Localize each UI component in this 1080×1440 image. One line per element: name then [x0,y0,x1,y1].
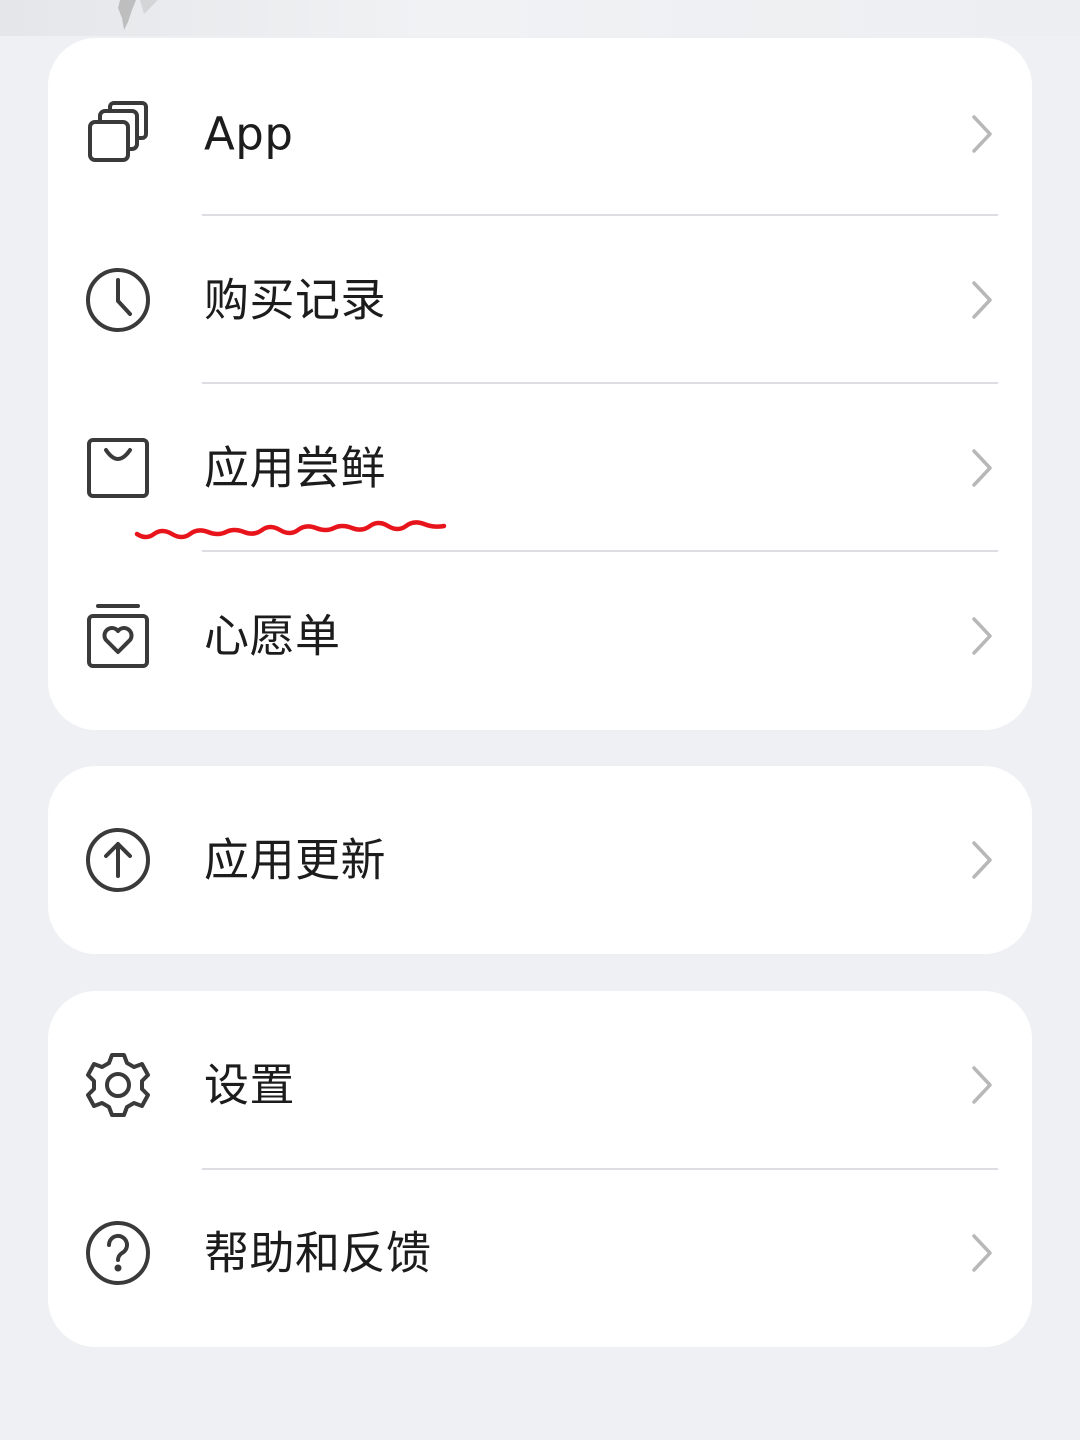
chevron-right-icon [970,1065,994,1105]
menu-item-label: 应用更新 [204,833,387,887]
chevron-right-icon [970,1233,994,1273]
menu-item-label: 帮助和反馈 [204,1226,432,1280]
menu-item-wishlist[interactable]: 心愿单 [48,552,1032,720]
header-background [0,0,1080,36]
chevron-right-icon [970,280,994,320]
menu-item-label: 购买记录 [204,273,387,327]
gear-icon [84,1051,152,1119]
clock-icon [84,266,152,334]
menu-item-label: 设置 [204,1058,296,1112]
red-underline-annotation [134,520,447,540]
wishlist-heart-icon [84,602,152,670]
chevron-right-icon [970,840,994,880]
menu-item-help-feedback[interactable]: 帮助和反馈 [48,1169,1032,1337]
app-stack-icon [84,100,152,168]
chevron-right-icon [970,114,994,154]
menu-card-updates: 应用更新 [48,766,1032,954]
menu-item-purchase-history[interactable]: 购买记录 [48,216,1032,384]
menu-item-label: 应用尝鲜 [204,441,387,495]
menu-card-primary: App 购买记录 应用尝鲜 心愿单 [48,38,1032,730]
menu-item-app-updates[interactable]: 应用更新 [48,776,1032,944]
chevron-right-icon [970,616,994,656]
help-question-icon [84,1219,152,1287]
menu-item-label: 心愿单 [204,609,341,663]
menu-item-settings[interactable]: 设置 [48,1001,1032,1169]
chevron-right-icon [970,448,994,488]
shopping-bag-icon [84,434,152,502]
menu-item-app[interactable]: App [48,50,1032,218]
arrow-up-circle-icon [84,826,152,894]
menu-item-label: App [204,107,294,161]
background-illustration [118,0,158,30]
menu-card-settings: 设置 帮助和反馈 [48,991,1032,1347]
